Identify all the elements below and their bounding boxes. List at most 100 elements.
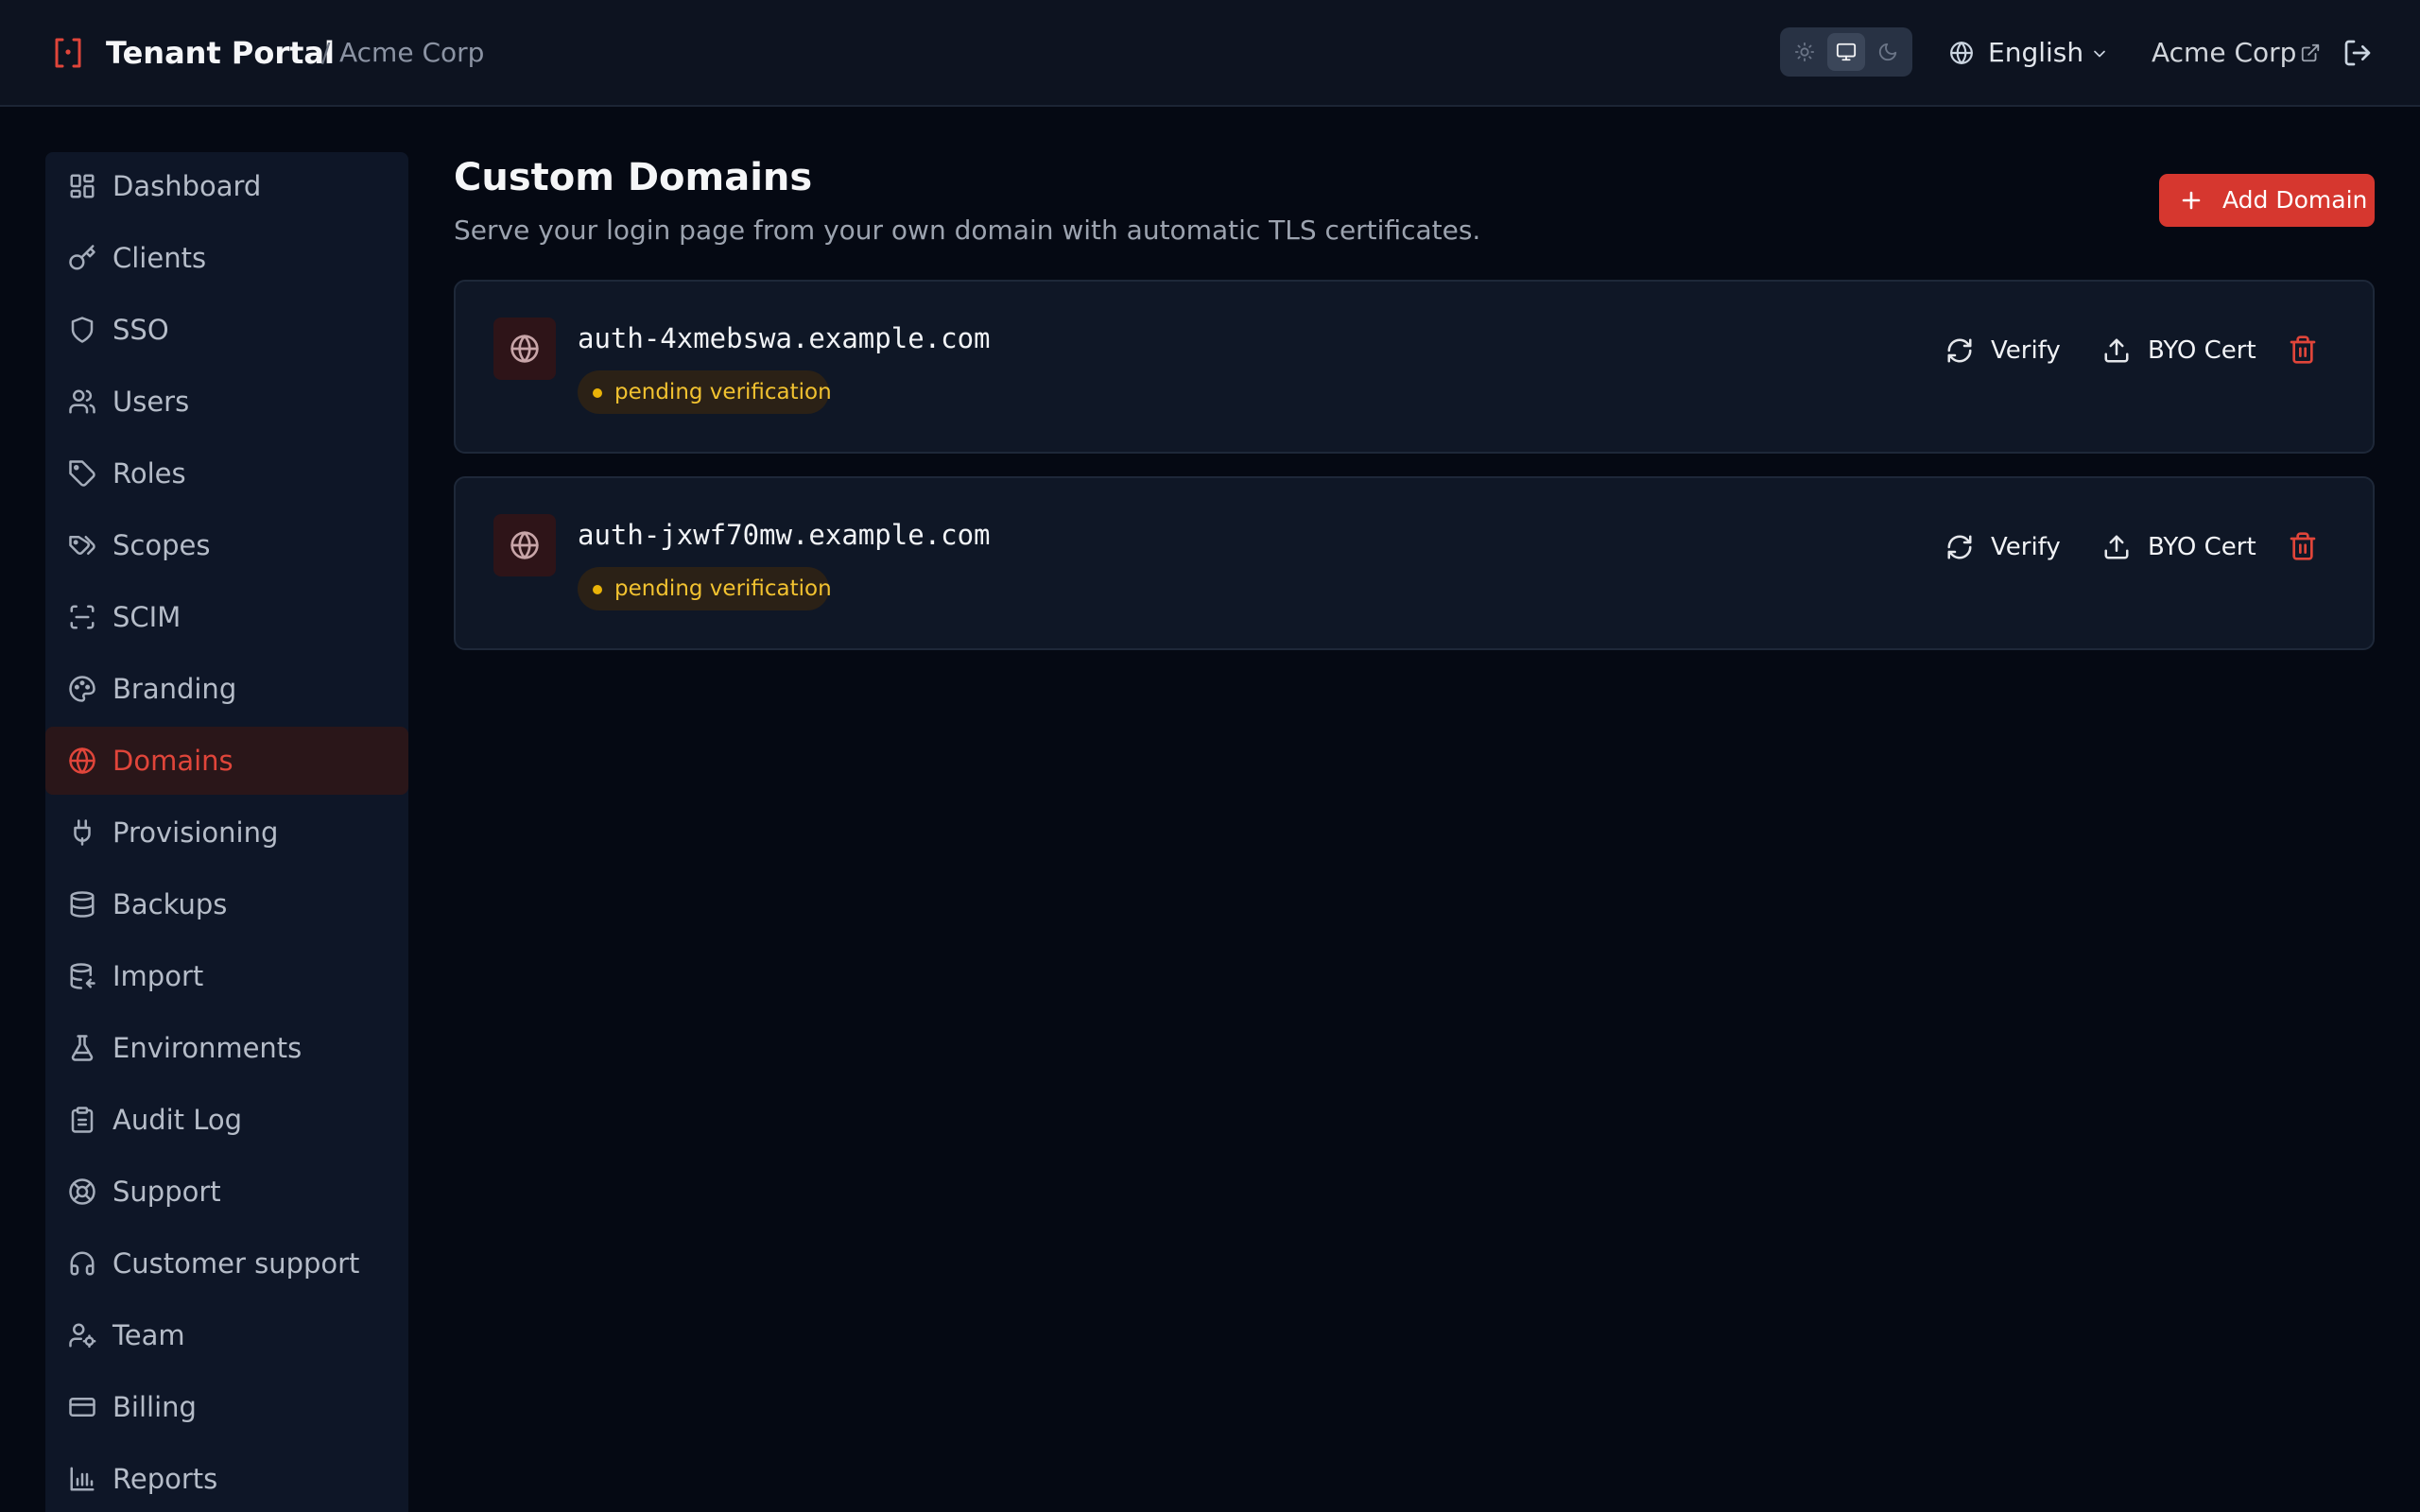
status-text: pending verification bbox=[614, 380, 832, 404]
database-icon bbox=[70, 891, 95, 918]
sidebar-item-label: Clients bbox=[112, 242, 207, 274]
delete-domain-button[interactable] bbox=[2288, 530, 2318, 562]
globe-icon bbox=[493, 318, 556, 380]
sidebar-item-label: Branding bbox=[112, 673, 237, 705]
sidebar-item-label: Audit Log bbox=[112, 1104, 243, 1136]
chevron-down-icon bbox=[2094, 50, 2105, 58]
byo-cert-button[interactable]: BYO Cert bbox=[2102, 331, 2256, 370]
add-domain-button[interactable]: Add Domain bbox=[2159, 174, 2375, 227]
sidebar-item-label: Customer support bbox=[112, 1247, 360, 1280]
language-selector[interactable]: English bbox=[1949, 33, 2119, 73]
user-cog-icon bbox=[69, 1323, 96, 1349]
shield-icon bbox=[71, 317, 94, 343]
external-link-icon bbox=[2301, 43, 2320, 62]
status-badge: pending verification bbox=[578, 370, 832, 414]
status-badge: pending verification bbox=[578, 567, 832, 610]
sidebar-item-customer-support[interactable]: Customer support bbox=[45, 1229, 408, 1297]
sidebar-item-roles[interactable]: Roles bbox=[45, 439, 408, 507]
sidebar-item-backups[interactable]: Backups bbox=[45, 870, 408, 938]
logout-icon bbox=[2344, 40, 2371, 66]
sidebar-item-audit-log[interactable]: Audit Log bbox=[45, 1086, 408, 1154]
sidebar-item-label: Backups bbox=[112, 888, 228, 920]
status-text: pending verification bbox=[614, 576, 832, 601]
breadcrumb-separator: / bbox=[321, 37, 331, 68]
database-import-icon bbox=[70, 963, 95, 989]
globe-icon bbox=[69, 747, 95, 774]
sidebar-item-label: Provisioning bbox=[112, 816, 279, 849]
sidebar-item-label: SSO bbox=[112, 314, 169, 346]
life-buoy-icon bbox=[69, 1178, 95, 1205]
sidebar-item-provisioning[interactable]: Provisioning bbox=[45, 799, 408, 867]
add-domain-label: Add Domain bbox=[2222, 186, 2368, 214]
plug-icon bbox=[74, 819, 91, 846]
sidebar-item-scim[interactable]: SCIM bbox=[45, 583, 408, 651]
domain-card: auth-4xmebswa.example.com pending verifi… bbox=[454, 280, 2375, 454]
upload-icon bbox=[2104, 535, 2129, 559]
sidebar-item-sso[interactable]: SSO bbox=[45, 296, 408, 364]
sidebar-item-label: Roles bbox=[112, 457, 186, 490]
domain-name: auth-4xmebswa.example.com bbox=[578, 322, 991, 354]
delete-domain-button[interactable] bbox=[2288, 334, 2318, 366]
trash-icon bbox=[2290, 335, 2316, 364]
page-subtitle: Serve your login page from your own doma… bbox=[454, 215, 1481, 246]
monitor-icon bbox=[1836, 43, 1857, 61]
sidebar-item-label: Import bbox=[112, 960, 204, 992]
byo-cert-label: BYO Cert bbox=[2148, 336, 2256, 365]
sidebar-item-label: Dashboard bbox=[112, 170, 262, 202]
app-title[interactable]: Tenant Portal bbox=[106, 32, 335, 74]
sidebar-item-reports[interactable]: Reports bbox=[45, 1445, 408, 1512]
theme-system-button[interactable] bbox=[1827, 33, 1865, 71]
theme-dark-button[interactable] bbox=[1869, 33, 1907, 71]
theme-light-button[interactable] bbox=[1786, 33, 1824, 71]
domain-card: auth-jxwf70mw.example.com pending verifi… bbox=[454, 476, 2375, 650]
sidebar-item-dashboard[interactable]: Dashboard bbox=[45, 152, 408, 220]
tag-icon bbox=[69, 460, 95, 487]
sidebar-item-label: SCIM bbox=[112, 601, 182, 633]
byo-cert-button[interactable]: BYO Cert bbox=[2102, 527, 2256, 567]
plus-icon bbox=[2182, 191, 2201, 210]
byo-cert-label: BYO Cert bbox=[2148, 533, 2256, 561]
domain-name: auth-jxwf70mw.example.com bbox=[578, 519, 991, 551]
verify-button[interactable]: Verify bbox=[1945, 331, 2063, 370]
org-external-link[interactable]: Acme Corp bbox=[2152, 33, 2322, 73]
globe-icon bbox=[493, 514, 556, 576]
users-icon bbox=[69, 389, 95, 414]
sidebar-item-label: Scopes bbox=[112, 529, 211, 561]
tags-icon bbox=[69, 536, 95, 555]
sidebar-item-label: Support bbox=[112, 1176, 221, 1208]
org-link-label: Acme Corp bbox=[2152, 37, 2297, 68]
sidebar-item-scopes[interactable]: Scopes bbox=[45, 511, 408, 579]
sidebar-item-environments[interactable]: Environments bbox=[45, 1014, 408, 1082]
sun-icon bbox=[1794, 42, 1815, 62]
logo-icon[interactable] bbox=[49, 34, 87, 72]
headset-icon bbox=[70, 1251, 95, 1276]
sidebar-item-support[interactable]: Support bbox=[45, 1158, 408, 1226]
status-dot-icon bbox=[593, 388, 602, 398]
logout-button[interactable] bbox=[2342, 38, 2373, 68]
dashboard-icon bbox=[70, 174, 95, 198]
status-dot-icon bbox=[593, 585, 602, 594]
scan-icon bbox=[70, 605, 95, 629]
page-title: Custom Domains bbox=[454, 156, 813, 199]
sidebar-item-label: Domains bbox=[112, 745, 233, 777]
theme-toggle bbox=[1780, 27, 1912, 77]
upload-icon bbox=[2104, 338, 2129, 363]
sidebar-item-domains[interactable]: Domains bbox=[45, 727, 408, 795]
sidebar-item-label: Billing bbox=[112, 1391, 197, 1423]
flask-icon bbox=[71, 1035, 94, 1061]
sidebar-item-import[interactable]: Import bbox=[45, 942, 408, 1010]
sidebar-item-branding[interactable]: Branding bbox=[45, 655, 408, 723]
sidebar-item-label: Reports bbox=[112, 1463, 218, 1495]
sidebar: Dashboard Clients SSO Users Roles Scopes bbox=[45, 152, 408, 1512]
sidebar-item-clients[interactable]: Clients bbox=[45, 224, 408, 292]
sidebar-item-billing[interactable]: Billing bbox=[45, 1373, 408, 1441]
verify-label: Verify bbox=[1991, 533, 2061, 561]
refresh-icon bbox=[1947, 338, 1972, 363]
verify-label: Verify bbox=[1991, 336, 2061, 365]
sidebar-item-team[interactable]: Team bbox=[45, 1301, 408, 1369]
credit-card-icon bbox=[69, 1398, 95, 1417]
palette-icon bbox=[69, 676, 95, 702]
key-icon bbox=[69, 245, 95, 270]
sidebar-item-users[interactable]: Users bbox=[45, 368, 408, 436]
verify-button[interactable]: Verify bbox=[1945, 527, 2063, 567]
